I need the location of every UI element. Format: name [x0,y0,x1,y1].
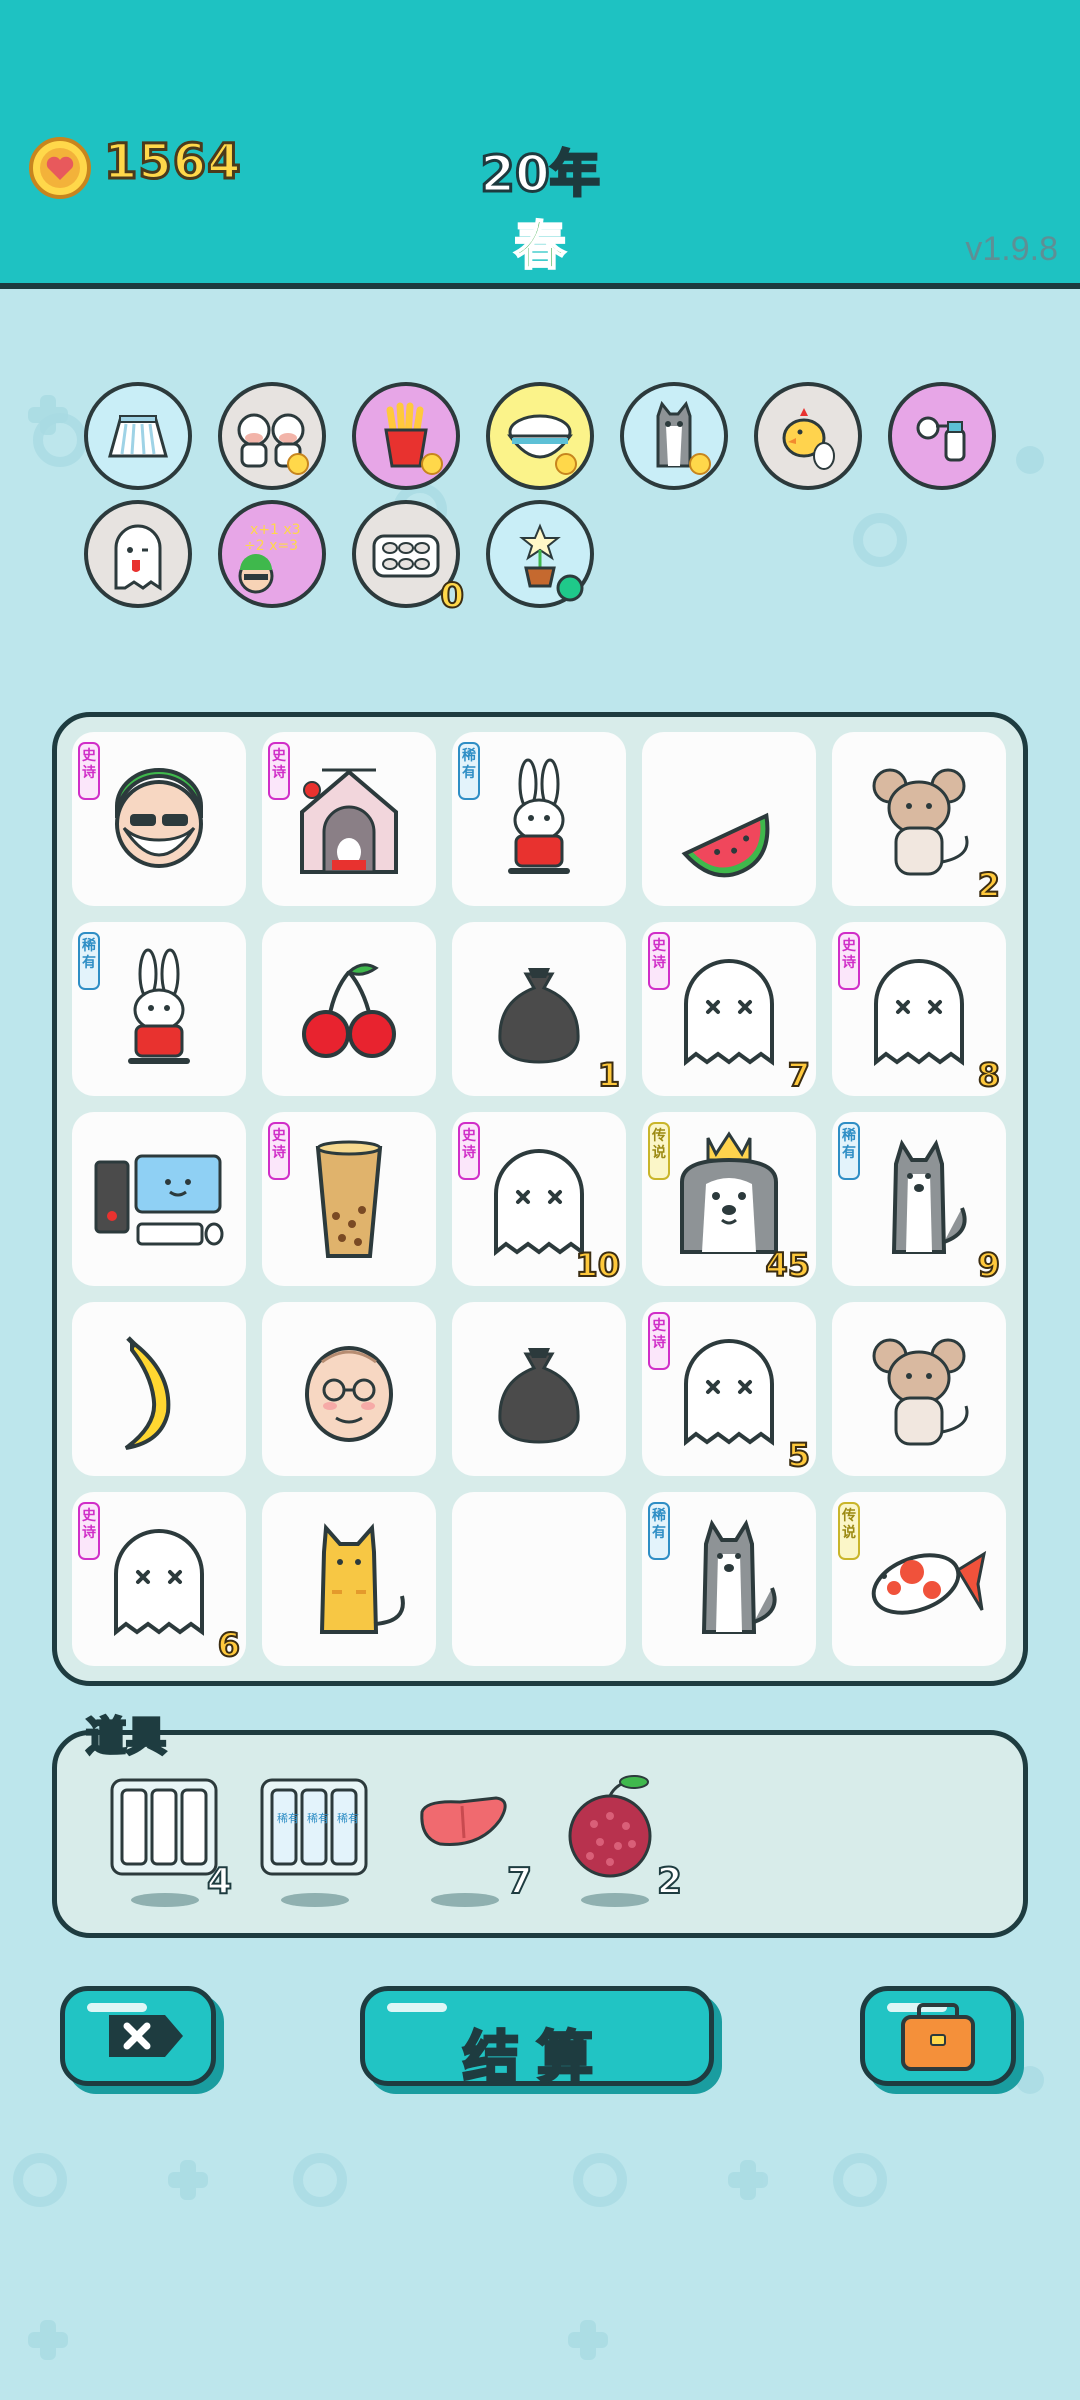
rice-bowl-icon[interactable] [486,382,594,490]
settle-button[interactable]: 结算 [360,1986,714,2093]
year-label: 20年 [479,144,602,205]
grid-cell[interactable]: 1 [452,922,626,1096]
legend-rarity-tag: 传说 [648,1122,670,1180]
exit-x-icon [109,2015,183,2057]
reroll-blank-icon[interactable]: 4 [100,1770,240,1920]
grid-cell[interactable] [72,1302,246,1476]
grid-cell[interactable]: 2 [832,732,1006,906]
reroll-blank-count: 4 [206,1860,233,1903]
rare-rarity-tag: 稀有 [78,932,100,990]
epic-rarity-tag: 史诗 [268,1122,290,1180]
epic-rarity-tag: 史诗 [838,932,860,990]
season-label: 春 [513,216,567,278]
legend-rarity-tag: 传说 [838,1502,860,1560]
lychee-count: 2 [656,1860,683,1903]
svg-text:x+1 x3: x+1 x3 [250,522,301,538]
grid-cell[interactable]: 史诗 [72,732,246,906]
grid-cell[interactable]: 史诗 8 [832,922,1006,1096]
settle-label: 结算 [462,2025,611,2093]
grid-cell[interactable]: 稀有 [72,922,246,1096]
epic-rarity-tag: 史诗 [648,1312,670,1370]
grid-cell[interactable] [832,1302,1006,1476]
grid-cell[interactable] [452,1492,626,1666]
epic-rarity-tag: 史诗 [78,1502,100,1560]
mouse-icon [872,1338,969,1446]
svg-text:÷2 x=3: ÷2 x=3 [244,538,298,554]
ghost-icon[interactable] [84,500,192,608]
epic-rarity-tag: 史诗 [268,742,290,800]
coin-balance: 1564 [103,133,243,192]
husky-icon[interactable] [620,382,728,490]
grid-cell[interactable] [452,1302,626,1476]
heart-coin-icon [28,136,92,200]
item-count: 1 [597,1055,621,1095]
grid-cell[interactable] [642,732,816,906]
liver-count: 7 [506,1860,533,1903]
briefcase-icon [901,2003,975,2071]
cat-icon [319,1523,405,1634]
item-count: 5 [787,1435,811,1475]
egg-tray-count: 0 [439,575,465,617]
egg-tray-icon[interactable]: 0 [352,500,465,617]
item-count: 8 [977,1055,1001,1095]
exit-button[interactable] [60,1986,216,2086]
grid-cell[interactable]: 传说 45 [642,1112,816,1286]
grid-cell[interactable]: 稀有 [642,1492,816,1666]
item-count: 10 [574,1245,621,1285]
banana-icon [124,1336,171,1450]
rare-mini-tag: 稀有 [337,1811,359,1825]
epic-rarity-tag: 史诗 [648,932,670,990]
item-count: 45 [764,1245,811,1285]
grid-cell[interactable] [262,1302,436,1476]
chick-egg-icon[interactable] [754,382,862,490]
cows-icon[interactable] [218,382,326,490]
grid-cell[interactable]: 史诗 [262,1112,436,1286]
reroll-rare-icon[interactable]: 稀有 稀有 稀有 [250,1770,390,1920]
epic-rarity-tag: 史诗 [458,1122,480,1180]
grid-cell[interactable] [72,1112,246,1286]
bag-button[interactable] [860,1986,1016,2086]
rare-mini-tag: 稀有 [277,1811,299,1825]
computer-icon [94,1154,224,1246]
grid-cell[interactable]: 史诗 5 [642,1302,816,1476]
top-bar: 1564 20年 春 v1.9.8 [0,0,1080,289]
flower-pot-icon[interactable] [486,500,594,608]
grid-cell[interactable]: 史诗 [262,732,436,906]
grid-cell[interactable]: 稀有 [452,732,626,906]
watermelon-icon [681,812,770,878]
grid-cell[interactable]: 史诗 7 [642,922,816,1096]
fries-icon[interactable] [352,382,460,490]
tools-title: 道具 [85,1713,168,1762]
rare-mini-tag: 稀有 [307,1811,329,1825]
version-label: v1.9.8 [965,230,1058,268]
math-boy-icon[interactable]: x+1 x3 ÷2 x=3 [218,500,326,608]
item-count: 2 [977,865,1001,905]
button-shine [387,2003,447,2012]
grid-cell[interactable] [262,1492,436,1666]
item-count: 7 [787,1055,811,1095]
grid-cell[interactable] [262,922,436,1096]
grid-cell[interactable]: 稀有 9 [832,1112,1006,1286]
lychee-icon[interactable]: 2 [550,1770,690,1920]
grid-cell[interactable]: 史诗 6 [72,1492,246,1666]
breast-pump-icon[interactable] [888,382,996,490]
garbage-bag-icon [498,1348,580,1444]
item-count: 9 [977,1245,1001,1285]
grid-cell[interactable]: 史诗 10 [452,1112,626,1286]
bald-man-icon [305,1346,393,1442]
liver-icon[interactable]: 7 [400,1770,540,1920]
cherry-icon [302,963,396,1058]
rare-rarity-tag: 稀有 [838,1122,860,1180]
item-count: 6 [217,1625,241,1665]
grid-cell[interactable]: 传说 [832,1492,1006,1666]
rare-rarity-tag: 稀有 [458,742,480,800]
epic-rarity-tag: 史诗 [78,742,100,800]
rare-rarity-tag: 稀有 [648,1502,670,1560]
skirt-icon[interactable] [84,382,192,490]
